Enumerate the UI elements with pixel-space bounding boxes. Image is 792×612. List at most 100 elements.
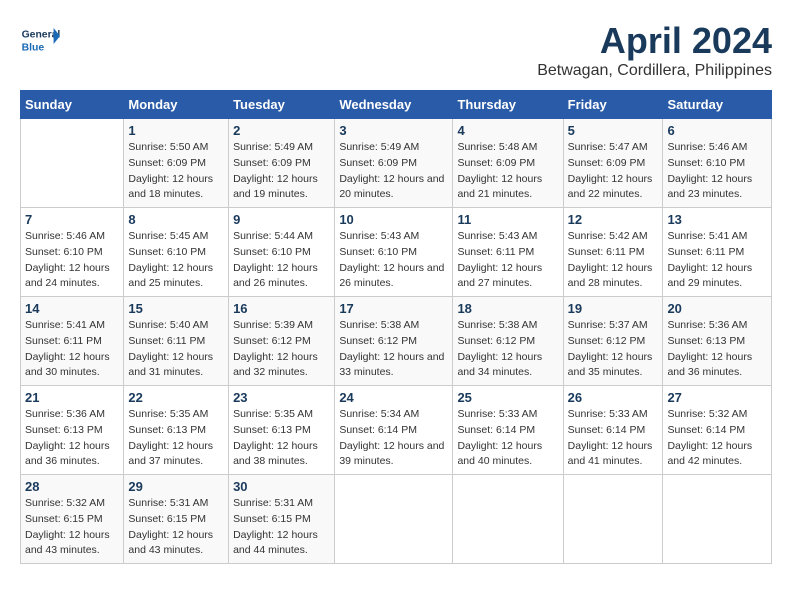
day-info: Sunrise: 5:36 AMSunset: 6:13 PMDaylight:… bbox=[25, 407, 119, 470]
calendar-week-row: 21 Sunrise: 5:36 AMSunset: 6:13 PMDayligh… bbox=[21, 386, 772, 475]
calendar-subtitle: Betwagan, Cordillera, Philippines bbox=[537, 62, 772, 80]
header-wednesday: Wednesday bbox=[335, 91, 453, 119]
day-number: 12 bbox=[568, 212, 659, 227]
calendar-week-row: 28Sunrise: 5:32 AMSunset: 6:15 PMDayligh… bbox=[21, 475, 772, 564]
table-row: 12 Sunrise: 5:42 AMSunset: 6:11 PMDayligh… bbox=[563, 208, 663, 297]
table-row: 13Sunrise: 5:41 AMSunset: 6:11 PMDayligh… bbox=[663, 208, 772, 297]
day-info: Sunrise: 5:31 AMSunset: 6:15 PMDaylight:… bbox=[128, 496, 224, 559]
table-row bbox=[335, 475, 453, 564]
day-number: 24 bbox=[339, 390, 448, 405]
table-row: 30 Sunrise: 5:31 AMSunset: 6:15 PMDayligh… bbox=[229, 475, 335, 564]
day-info: Sunrise: 5:39 AMSunset: 6:12 PMDaylight:… bbox=[233, 318, 330, 381]
calendar-title: April 2024 bbox=[537, 20, 772, 62]
day-number: 21 bbox=[25, 390, 119, 405]
calendar-week-row: 1 Sunrise: 5:50 AMSunset: 6:09 PMDaylight… bbox=[21, 119, 772, 208]
table-row: 3Sunrise: 5:49 AMSunset: 6:09 PMDaylight… bbox=[335, 119, 453, 208]
day-number: 20 bbox=[667, 301, 767, 316]
header-saturday: Saturday bbox=[663, 91, 772, 119]
table-row: 25 Sunrise: 5:33 AMSunset: 6:14 PMDayligh… bbox=[453, 386, 563, 475]
day-info: Sunrise: 5:35 AMSunset: 6:13 PMDaylight:… bbox=[233, 407, 330, 470]
calendar-week-row: 14 Sunrise: 5:41 AMSunset: 6:11 PMDayligh… bbox=[21, 297, 772, 386]
table-row: 8 Sunrise: 5:45 AMSunset: 6:10 PMDaylight… bbox=[124, 208, 229, 297]
table-row: 7 Sunrise: 5:46 AMSunset: 6:10 PMDaylight… bbox=[21, 208, 124, 297]
day-number: 29 bbox=[128, 479, 224, 494]
day-info: Sunrise: 5:47 AMSunset: 6:09 PMDaylight:… bbox=[568, 140, 659, 203]
day-info: Sunrise: 5:33 AMSunset: 6:14 PMDaylight:… bbox=[568, 407, 659, 470]
svg-text:Blue: Blue bbox=[22, 42, 45, 53]
day-number: 7 bbox=[25, 212, 119, 227]
day-info: Sunrise: 5:49 AMSunset: 6:09 PMDaylight:… bbox=[233, 140, 330, 203]
day-info: Sunrise: 5:43 AMSunset: 6:10 PMDaylight:… bbox=[339, 229, 448, 292]
day-info: Sunrise: 5:50 AMSunset: 6:09 PMDaylight:… bbox=[128, 140, 224, 203]
day-number: 18 bbox=[457, 301, 558, 316]
table-row: 10 Sunrise: 5:43 AMSunset: 6:10 PMDayligh… bbox=[335, 208, 453, 297]
day-info: Sunrise: 5:33 AMSunset: 6:14 PMDaylight:… bbox=[457, 407, 558, 470]
calendar-header-row: Sunday Monday Tuesday Wednesday Thursday… bbox=[21, 91, 772, 119]
day-info: Sunrise: 5:41 AMSunset: 6:11 PMDaylight:… bbox=[25, 318, 119, 381]
day-info: Sunrise: 5:44 AMSunset: 6:10 PMDaylight:… bbox=[233, 229, 330, 292]
day-info: Sunrise: 5:37 AMSunset: 6:12 PMDaylight:… bbox=[568, 318, 659, 381]
table-row: 11Sunrise: 5:43 AMSunset: 6:11 PMDayligh… bbox=[453, 208, 563, 297]
day-info: Sunrise: 5:35 AMSunset: 6:13 PMDaylight:… bbox=[128, 407, 224, 470]
day-info: Sunrise: 5:46 AMSunset: 6:10 PMDaylight:… bbox=[667, 140, 767, 203]
day-number: 1 bbox=[128, 123, 224, 138]
day-number: 8 bbox=[128, 212, 224, 227]
page-header: General Blue April 2024 Betwagan, Cordil… bbox=[20, 20, 772, 80]
day-number: 4 bbox=[457, 123, 558, 138]
table-row: 19 Sunrise: 5:37 AMSunset: 6:12 PMDayligh… bbox=[563, 297, 663, 386]
day-info: Sunrise: 5:31 AMSunset: 6:15 PMDaylight:… bbox=[233, 496, 330, 559]
day-number: 14 bbox=[25, 301, 119, 316]
table-row bbox=[663, 475, 772, 564]
day-info: Sunrise: 5:40 AMSunset: 6:11 PMDaylight:… bbox=[128, 318, 224, 381]
calendar-week-row: 7 Sunrise: 5:46 AMSunset: 6:10 PMDaylight… bbox=[21, 208, 772, 297]
day-info: Sunrise: 5:42 AMSunset: 6:11 PMDaylight:… bbox=[568, 229, 659, 292]
table-row: 21 Sunrise: 5:36 AMSunset: 6:13 PMDayligh… bbox=[21, 386, 124, 475]
table-row: 14 Sunrise: 5:41 AMSunset: 6:11 PMDayligh… bbox=[21, 297, 124, 386]
day-number: 10 bbox=[339, 212, 448, 227]
day-number: 27 bbox=[667, 390, 767, 405]
day-number: 2 bbox=[233, 123, 330, 138]
day-number: 6 bbox=[667, 123, 767, 138]
day-number: 5 bbox=[568, 123, 659, 138]
day-number: 30 bbox=[233, 479, 330, 494]
title-block: April 2024 Betwagan, Cordillera, Philipp… bbox=[537, 20, 772, 80]
day-number: 23 bbox=[233, 390, 330, 405]
table-row: 29 Sunrise: 5:31 AMSunset: 6:15 PMDayligh… bbox=[124, 475, 229, 564]
table-row: 2 Sunrise: 5:49 AMSunset: 6:09 PMDaylight… bbox=[229, 119, 335, 208]
table-row: 22 Sunrise: 5:35 AMSunset: 6:13 PMDayligh… bbox=[124, 386, 229, 475]
day-number: 22 bbox=[128, 390, 224, 405]
table-row bbox=[21, 119, 124, 208]
table-row: 27 Sunrise: 5:32 AMSunset: 6:14 PMDayligh… bbox=[663, 386, 772, 475]
day-info: Sunrise: 5:38 AMSunset: 6:12 PMDaylight:… bbox=[339, 318, 448, 381]
day-number: 17 bbox=[339, 301, 448, 316]
day-info: Sunrise: 5:38 AMSunset: 6:12 PMDaylight:… bbox=[457, 318, 558, 381]
table-row: 16 Sunrise: 5:39 AMSunset: 6:12 PMDayligh… bbox=[229, 297, 335, 386]
logo-icon: General Blue bbox=[20, 20, 60, 60]
day-number: 19 bbox=[568, 301, 659, 316]
day-info: Sunrise: 5:43 AMSunset: 6:11 PMDaylight:… bbox=[457, 229, 558, 292]
table-row bbox=[563, 475, 663, 564]
day-info: Sunrise: 5:46 AMSunset: 6:10 PMDaylight:… bbox=[25, 229, 119, 292]
day-info: Sunrise: 5:36 AMSunset: 6:13 PMDaylight:… bbox=[667, 318, 767, 381]
table-row: 5 Sunrise: 5:47 AMSunset: 6:09 PMDaylight… bbox=[563, 119, 663, 208]
table-row: 23 Sunrise: 5:35 AMSunset: 6:13 PMDayligh… bbox=[229, 386, 335, 475]
table-row: 15Sunrise: 5:40 AMSunset: 6:11 PMDayligh… bbox=[124, 297, 229, 386]
header-monday: Monday bbox=[124, 91, 229, 119]
day-info: Sunrise: 5:45 AMSunset: 6:10 PMDaylight:… bbox=[128, 229, 224, 292]
table-row bbox=[453, 475, 563, 564]
day-number: 9 bbox=[233, 212, 330, 227]
day-info: Sunrise: 5:41 AMSunset: 6:11 PMDaylight:… bbox=[667, 229, 767, 292]
table-row: 9 Sunrise: 5:44 AMSunset: 6:10 PMDaylight… bbox=[229, 208, 335, 297]
day-info: Sunrise: 5:48 AMSunset: 6:09 PMDaylight:… bbox=[457, 140, 558, 203]
table-row: 18 Sunrise: 5:38 AMSunset: 6:12 PMDayligh… bbox=[453, 297, 563, 386]
day-info: Sunrise: 5:32 AMSunset: 6:14 PMDaylight:… bbox=[667, 407, 767, 470]
day-info: Sunrise: 5:34 AMSunset: 6:14 PMDaylight:… bbox=[339, 407, 448, 470]
table-row: 1 Sunrise: 5:50 AMSunset: 6:09 PMDaylight… bbox=[124, 119, 229, 208]
logo: General Blue bbox=[20, 20, 64, 60]
day-number: 3 bbox=[339, 123, 448, 138]
day-number: 25 bbox=[457, 390, 558, 405]
day-number: 16 bbox=[233, 301, 330, 316]
day-number: 26 bbox=[568, 390, 659, 405]
table-row: 17 Sunrise: 5:38 AMSunset: 6:12 PMDayligh… bbox=[335, 297, 453, 386]
header-thursday: Thursday bbox=[453, 91, 563, 119]
